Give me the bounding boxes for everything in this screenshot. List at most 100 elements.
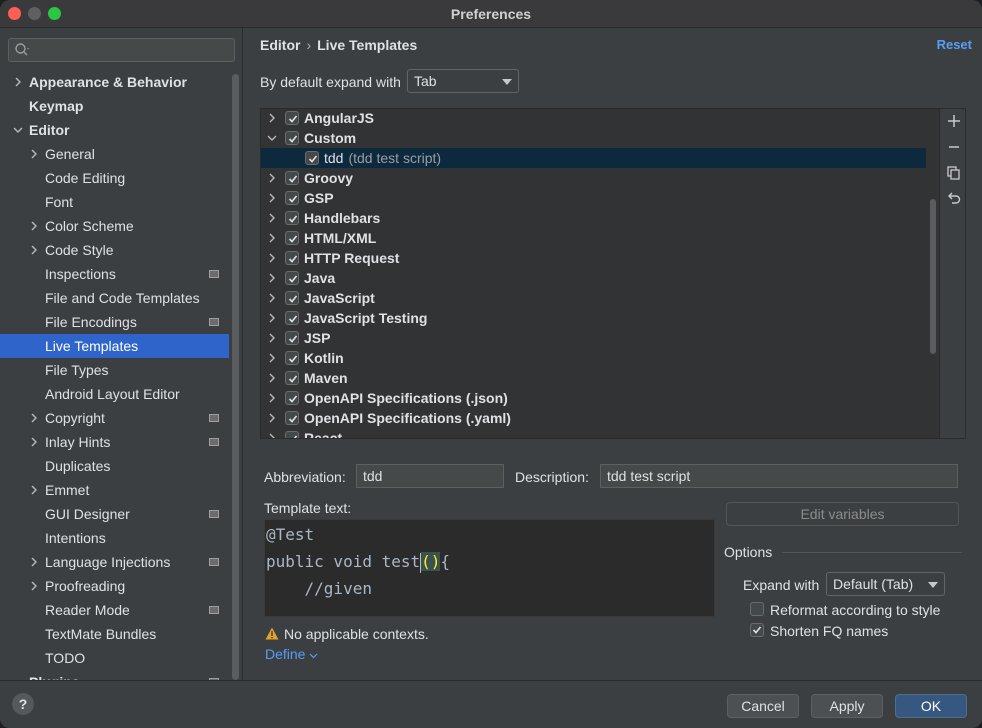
chevron-down-icon[interactable] — [267, 133, 277, 143]
template-checkbox[interactable] — [285, 191, 299, 205]
chevron-right-icon[interactable] — [29, 437, 39, 447]
sidebar-item[interactable]: Plugins — [0, 670, 229, 680]
sidebar-item[interactable]: Code Style — [0, 238, 229, 262]
sidebar-item[interactable]: Color Scheme — [0, 214, 229, 238]
template-item[interactable]: tdd (tdd test script) — [261, 148, 926, 168]
chevron-right-icon[interactable] — [267, 273, 277, 283]
chevron-right-icon[interactable] — [267, 373, 277, 383]
sidebar-item[interactable]: Keymap — [0, 94, 229, 118]
template-checkbox[interactable] — [285, 111, 299, 125]
help-button[interactable]: ? — [12, 693, 34, 715]
sidebar-item[interactable]: Proofreading — [0, 574, 229, 598]
chevron-right-icon[interactable] — [29, 485, 39, 495]
template-group[interactable]: JavaScript — [261, 288, 926, 308]
sidebar-item[interactable]: Editor — [0, 118, 229, 142]
template-group[interactable]: HTTP Request — [261, 248, 926, 268]
chevron-right-icon[interactable] — [267, 213, 277, 223]
template-group[interactable]: Maven — [261, 368, 926, 388]
sidebar-item[interactable]: Inspections — [0, 262, 229, 286]
chevron-right-icon[interactable] — [267, 433, 277, 438]
sidebar-item[interactable]: TODO — [0, 646, 229, 670]
settings-search-input[interactable] — [8, 38, 235, 62]
sidebar-item[interactable]: Code Editing — [0, 166, 229, 190]
chevron-right-icon[interactable] — [267, 413, 277, 423]
sidebar-item[interactable]: Appearance & Behavior — [0, 70, 229, 94]
revert-template-button[interactable] — [946, 191, 962, 207]
reset-link[interactable]: Reset — [937, 37, 972, 52]
ok-button[interactable]: OK — [895, 694, 967, 718]
abbreviation-input[interactable]: tdd — [356, 464, 504, 488]
expand-with-dropdown[interactable]: Default (Tab) — [826, 572, 945, 596]
template-checkbox[interactable] — [285, 171, 299, 185]
sidebar-item[interactable]: General — [0, 142, 229, 166]
sidebar-item[interactable]: Duplicates — [0, 454, 229, 478]
sidebar-item[interactable]: Emmet — [0, 478, 229, 502]
template-group[interactable]: Handlebars — [261, 208, 926, 228]
sidebar-item[interactable]: Copyright — [0, 406, 229, 430]
template-checkbox[interactable] — [285, 251, 299, 265]
chevron-right-icon[interactable] — [29, 557, 39, 567]
chevron-right-icon[interactable] — [267, 333, 277, 343]
chevron-right-icon[interactable] — [29, 245, 39, 255]
sidebar-item[interactable]: GUI Designer — [0, 502, 229, 526]
template-text-editor[interactable]: @Test public void test(){ //given — [264, 519, 715, 617]
template-group[interactable]: Kotlin — [261, 348, 926, 368]
remove-template-button[interactable] — [946, 139, 962, 155]
template-checkbox[interactable] — [285, 211, 299, 225]
chevron-right-icon[interactable] — [267, 253, 277, 263]
template-group[interactable]: JavaScript Testing — [261, 308, 926, 328]
template-checkbox[interactable] — [285, 311, 299, 325]
template-group[interactable]: GSP — [261, 188, 926, 208]
chevron-right-icon[interactable] — [267, 113, 277, 123]
add-template-button[interactable] — [946, 113, 962, 129]
chevron-right-icon[interactable] — [29, 149, 39, 159]
define-contexts-link[interactable]: Define — [265, 646, 318, 662]
shorten-fq-checkbox[interactable] — [750, 623, 764, 637]
cancel-button[interactable]: Cancel — [727, 694, 799, 718]
chevron-right-icon[interactable] — [267, 293, 277, 303]
sidebar-item[interactable]: File and Code Templates — [0, 286, 229, 310]
template-checkbox[interactable] — [285, 131, 299, 145]
template-checkbox[interactable] — [285, 271, 299, 285]
template-checkbox[interactable] — [285, 331, 299, 345]
template-checkbox[interactable] — [285, 431, 299, 438]
template-group[interactable]: Custom — [261, 128, 926, 148]
description-input[interactable]: tdd test script — [600, 464, 958, 488]
template-group[interactable]: OpenAPI Specifications (.yaml) — [261, 408, 926, 428]
template-group[interactable]: AngularJS — [261, 109, 926, 128]
template-group[interactable]: Groovy — [261, 168, 926, 188]
sidebar-item[interactable]: Inlay Hints — [0, 430, 229, 454]
chevron-right-icon[interactable] — [267, 173, 277, 183]
template-group[interactable]: React — [261, 428, 926, 438]
chevron-right-icon[interactable] — [29, 221, 39, 231]
apply-button[interactable]: Apply — [811, 694, 883, 718]
template-checkbox[interactable] — [305, 151, 319, 165]
chevron-right-icon[interactable] — [267, 393, 277, 403]
sidebar-item[interactable]: Font — [0, 190, 229, 214]
chevron-right-icon[interactable] — [13, 77, 23, 87]
expand-default-dropdown[interactable]: Tab — [407, 69, 519, 93]
sidebar-item[interactable]: File Types — [0, 358, 229, 382]
sidebar-item[interactable]: Android Layout Editor — [0, 382, 229, 406]
chevron-right-icon[interactable] — [29, 413, 39, 423]
template-checkbox[interactable] — [285, 391, 299, 405]
sidebar-item[interactable]: File Encodings — [0, 310, 229, 334]
chevron-right-icon[interactable] — [267, 233, 277, 243]
sidebar-item[interactable]: TextMate Bundles — [0, 622, 229, 646]
breadcrumb-editor[interactable]: Editor — [260, 37, 300, 53]
sidebar-item[interactable]: Intentions — [0, 526, 229, 550]
template-group[interactable]: JSP — [261, 328, 926, 348]
sidebar-item[interactable]: Live Templates — [0, 334, 229, 358]
sidebar-item[interactable]: Language Injections — [0, 550, 229, 574]
edit-variables-button[interactable]: Edit variables — [726, 502, 959, 526]
template-checkbox[interactable] — [285, 351, 299, 365]
copy-template-button[interactable] — [946, 165, 962, 181]
chevron-down-icon[interactable] — [13, 125, 23, 135]
template-group[interactable]: Java — [261, 268, 926, 288]
template-checkbox[interactable] — [285, 291, 299, 305]
template-checkbox[interactable] — [285, 231, 299, 245]
reformat-checkbox[interactable] — [750, 602, 764, 616]
chevron-right-icon[interactable] — [29, 581, 39, 591]
chevron-right-icon[interactable] — [267, 193, 277, 203]
template-checkbox[interactable] — [285, 371, 299, 385]
